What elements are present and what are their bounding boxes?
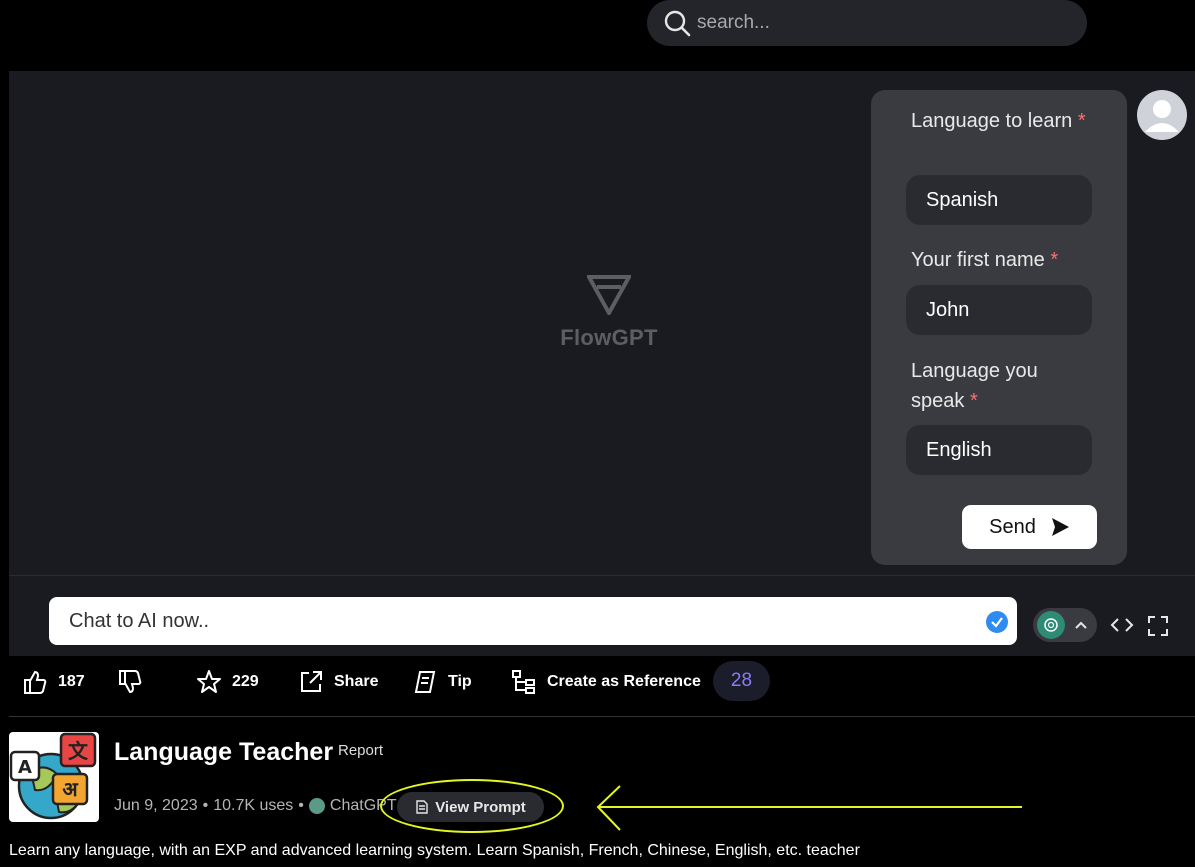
chat-input[interactable] — [69, 609, 949, 633]
first-name-field[interactable]: John — [906, 285, 1092, 335]
search-bar[interactable] — [647, 0, 1087, 46]
chat-panel: FlowGPT Language to learn * Spanish Your… — [9, 71, 1195, 656]
send-button[interactable]: Send — [962, 505, 1097, 549]
meta-separator: • — [298, 797, 304, 814]
send-icon — [1051, 518, 1069, 536]
glyph-a: A — [18, 757, 32, 778]
divider — [9, 575, 1195, 576]
language-to-learn-field[interactable]: Spanish — [906, 175, 1092, 225]
flowgpt-logo: FlowGPT — [559, 275, 659, 351]
flowgpt-logo-icon — [587, 275, 631, 315]
prompt-meta: Jun 9, 2023 • 10.7K uses • ChatGPT — [114, 797, 397, 815]
fullscreen-icon[interactable] — [1147, 615, 1169, 637]
language-globe-image: A 文 अ — [9, 732, 97, 820]
chatgpt-icon — [1037, 611, 1065, 639]
chatgpt-icon — [308, 798, 325, 814]
dislike-button[interactable] — [117, 668, 143, 696]
chevron-up-icon — [1075, 621, 1087, 629]
like-count: 187 — [58, 673, 85, 690]
search-input[interactable] — [697, 12, 1057, 34]
hierarchy-icon — [512, 670, 535, 694]
model-selector[interactable] — [1033, 608, 1097, 642]
like-button[interactable]: 187 — [22, 668, 85, 696]
tip-button[interactable]: Tip — [412, 668, 472, 696]
field-label-first-name: Your first name * — [911, 249, 1059, 271]
user-avatar[interactable] — [1137, 90, 1187, 140]
glyph-hi: अ — [62, 777, 78, 801]
meta-separator: • — [202, 797, 209, 814]
prompt-title: Language Teacher — [114, 738, 334, 766]
field-label-language-you-speak: Language you speak * — [911, 360, 1038, 412]
share-icon — [301, 671, 322, 692]
report-link[interactable]: Report — [338, 742, 383, 759]
tip-icon — [414, 671, 436, 693]
annotation-arrow — [596, 785, 1022, 831]
share-button[interactable]: Share — [298, 668, 378, 696]
code-icon[interactable] — [1109, 615, 1135, 635]
prompt-uses: 10.7K uses — [213, 797, 294, 814]
create-reference-label: Create as Reference — [547, 673, 701, 690]
user-icon — [1145, 100, 1179, 132]
prompt-description: Learn any language, with an EXP and adva… — [9, 842, 860, 859]
annotation-ellipse — [380, 779, 564, 833]
star-button[interactable]: 229 — [196, 668, 259, 696]
tip-label: Tip — [448, 673, 472, 690]
verified-check-icon[interactable] — [985, 610, 1009, 634]
search-icon — [664, 10, 691, 37]
thumbs-up-icon — [24, 670, 47, 694]
chat-input-box[interactable] — [49, 597, 1017, 645]
prompt-form: Language to learn * Spanish Your first n… — [871, 90, 1127, 565]
prompt-thumbnail: A 文 अ — [9, 732, 99, 822]
brand-name: FlowGPT — [560, 325, 658, 350]
star-count: 229 — [232, 673, 259, 690]
thumbs-down-icon — [119, 670, 142, 694]
language-you-speak-field[interactable]: English — [906, 425, 1092, 475]
action-bar: 187 229 Share Tip Create as Reference 28 — [0, 656, 1195, 716]
comment-count-badge[interactable]: 28 — [713, 661, 770, 701]
prompt-date: Jun 9, 2023 — [114, 797, 198, 814]
section-divider — [9, 716, 1195, 717]
glyph-zh: 文 — [68, 739, 89, 763]
share-label: Share — [334, 673, 379, 690]
create-reference-button[interactable]: Create as Reference — [511, 668, 701, 696]
send-label: Send — [989, 515, 1036, 538]
star-icon — [197, 670, 221, 693]
field-label-language-to-learn: Language to learn * — [911, 110, 1086, 132]
